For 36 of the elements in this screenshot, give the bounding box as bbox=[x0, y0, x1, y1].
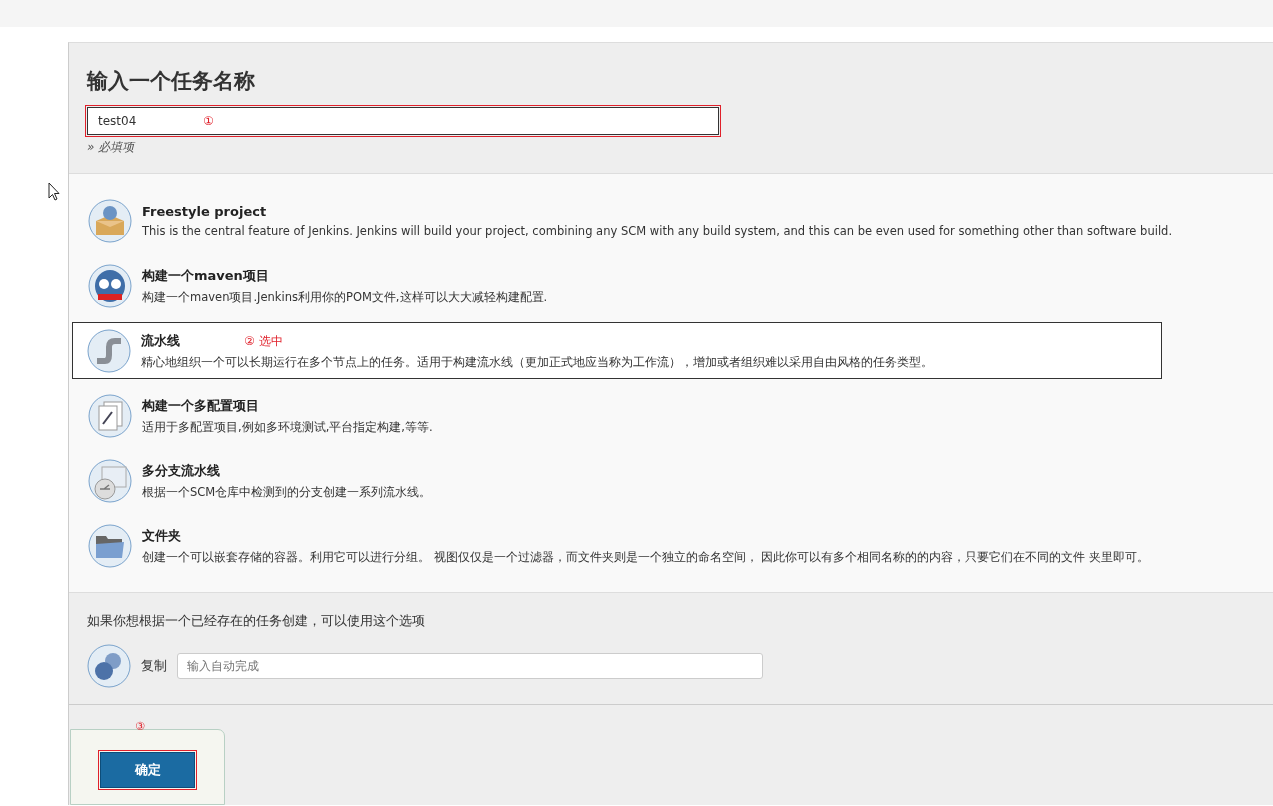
copy-prompt: 如果你想根据一个已经存在的任务创建，可以使用这个选项 bbox=[87, 613, 426, 630]
annotation-number: ③ bbox=[135, 720, 145, 733]
job-type-title: 多分支流水线 bbox=[142, 461, 220, 480]
ok-button[interactable]: 确定 bbox=[100, 752, 195, 788]
job-type-icon bbox=[88, 458, 132, 503]
job-type-title: Freestyle project bbox=[142, 203, 267, 219]
job-type-title: 构建一个maven项目 bbox=[142, 266, 269, 285]
job-type-icon bbox=[88, 263, 132, 308]
page-heading: 输入一个任务名称 bbox=[87, 68, 256, 95]
job-type-icon bbox=[88, 393, 132, 438]
job-type-icon bbox=[87, 328, 131, 373]
annotation-number: ① bbox=[203, 114, 214, 128]
job-type-description: 适用于多配置项目,例如多环境测试,平台指定构建,等等. bbox=[142, 419, 433, 435]
job-type-item[interactable]: 构建一个多配置项目 适用于多配置项目,例如多环境测试,平台指定构建,等等. bbox=[69, 387, 1273, 444]
job-type-title: 构建一个多配置项目 bbox=[142, 396, 259, 415]
copy-from-field[interactable]: 输入自动完成 bbox=[177, 653, 763, 679]
required-note: » 必填项 bbox=[87, 139, 137, 156]
job-type-icon bbox=[88, 523, 132, 568]
annotation-label: ② 选中 bbox=[244, 332, 283, 350]
job-type-item[interactable]: 多分支流水线 根据一个SCM仓库中检测到的分支创建一系列流水线。 bbox=[69, 452, 1273, 509]
job-type-item[interactable]: Freestyle project This is the central feature of Jenkins. Jenkins will build your project, combining any SCM with any build system, and this can be even used for something other than software build. bbox=[69, 192, 1273, 249]
job-type-description: 构建一个maven项目.Jenkins利用你的POM文件,这样可以大大减轻构建配置. bbox=[142, 289, 548, 305]
copy-spheres-icon bbox=[87, 644, 131, 688]
job-type-item[interactable]: 文件夹 创建一个可以嵌套存储的容器。利用它可以进行分组。 视图仅仅是一个过滤器，而文件夹则是一个独立的命名空间， 因此你可以有多个相同名称的的内容，只要它们在不同的文件 夹里即可。 bbox=[69, 517, 1273, 574]
job-type-description: 创建一个可以嵌套存储的容器。利用它可以进行分组。 视图仅仅是一个过滤器，而文件夹则是一个独立的命名空间， 因此你可以有多个相同名称的的内容，只要它们在不同的文件 夹里即可。 bbox=[142, 549, 1149, 565]
job-type-title: 文件夹 bbox=[142, 526, 181, 545]
job-type-description: 根据一个SCM仓库中检测到的分支创建一系列流水线。 bbox=[142, 484, 432, 500]
job-type-description: This is the central feature of Jenkins. Jenkins will build your project, combining any SCM with any build system, and this can be even used for something other than software build. bbox=[142, 223, 1173, 238]
job-type-item[interactable]: 流水线 ② 选中 精心地组织一个可以长期运行在多个节点上的任务。适用于构建流水线（更加正式地应当称为工作流），增加或者组织难以采用自由风格的任务类型。 bbox=[72, 322, 1162, 379]
job-type-title: 流水线 bbox=[141, 331, 180, 350]
mouse-pointer-icon bbox=[48, 182, 60, 201]
copy-label: 复制 bbox=[141, 657, 167, 675]
job-type-icon bbox=[88, 198, 132, 243]
item-name-field[interactable]: test04 ① bbox=[87, 107, 719, 135]
job-type-description: 精心地组织一个可以长期运行在多个节点上的任务。适用于构建流水线（更加正式地应当称为工作流），增加或者组织难以采用自由风格的任务类型。 bbox=[141, 354, 933, 370]
job-type-item[interactable]: 构建一个maven项目 构建一个maven项目.Jenkins利用你的POM文件,这样可以大大减轻构建配置. bbox=[69, 257, 1273, 314]
